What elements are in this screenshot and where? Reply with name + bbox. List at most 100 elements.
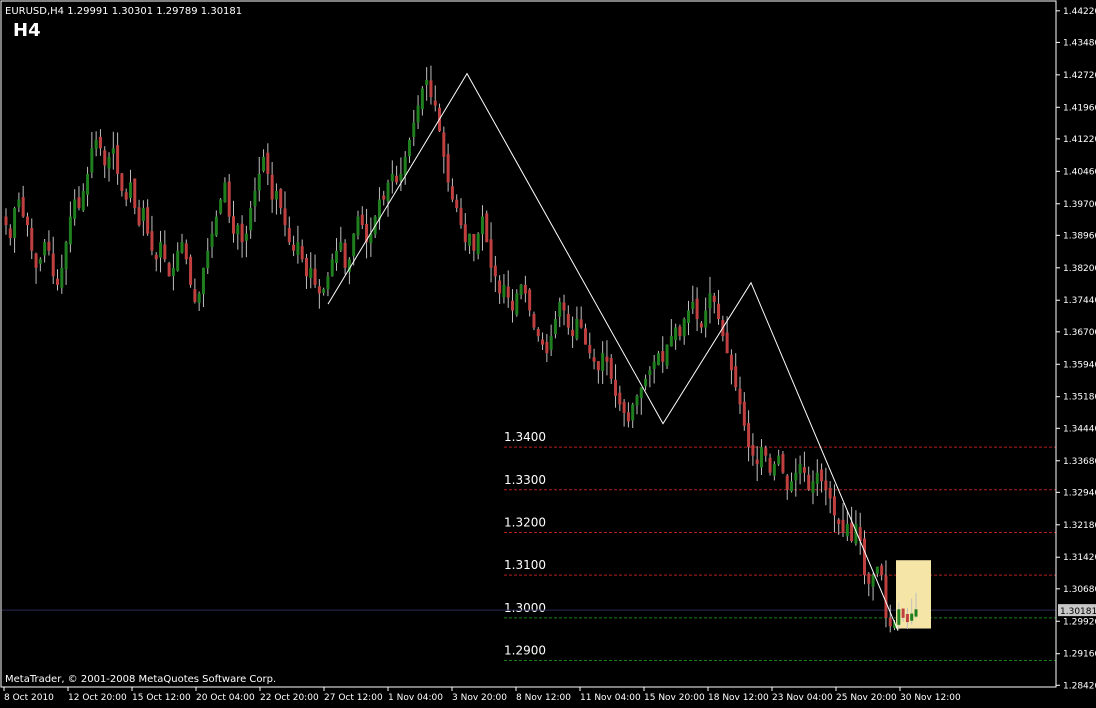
candle-body [266,152,270,174]
candle-body [596,361,600,371]
candle-body [579,319,583,328]
candle-body [901,608,905,618]
candle-body [64,242,68,270]
x-tick-label: 25 Nov 20:00 [836,693,897,703]
candle-body [729,354,733,371]
candle-body [176,250,180,271]
candle-body [528,289,532,311]
candle-body [339,242,343,251]
candle-body [755,459,759,465]
candle-body [905,614,909,623]
level-label: 1.2900 [504,644,546,658]
candle-body [532,314,536,328]
price-chart[interactable]: 1.3400 1.3300 1.3200 1.3100 1.3000 1.2900 1.4… [0,0,1096,704]
candle-body [639,387,643,399]
candle-body [764,448,768,456]
candle-body [86,173,90,195]
x-tick-label: 23 Nov 04:00 [772,693,833,703]
candle-body [223,182,227,203]
candle [219,198,223,215]
candle-body [704,310,708,328]
candle-body [425,79,429,85]
candle-body [81,190,85,211]
candle-body [34,253,38,268]
candle-body [25,216,29,226]
candle-body [768,457,772,473]
candle-body [781,454,785,473]
candle-body [502,284,506,298]
candle-body [446,154,450,183]
candle-body [472,234,476,251]
candle-body [416,105,420,123]
y-tick-label: 1.41960 [1063,103,1096,113]
candle-body [8,228,12,238]
y-tick-label: 1.40460 [1063,167,1096,177]
candle-body [549,336,553,350]
candle-body [506,286,510,298]
candle-body [511,300,515,311]
candle-body [201,267,205,295]
candle-body [116,145,120,174]
candle-body [523,284,527,294]
candle-body [390,173,394,182]
candle-body [601,353,605,371]
candle-body [180,242,184,253]
candle-body [159,242,163,258]
candle-body [197,293,201,303]
y-tick-label: 1.38960 [1063,231,1096,241]
candle-body [489,239,493,268]
x-tick-label: 22 Oct 20:00 [260,693,319,703]
y-tick-label: 1.35940 [1063,360,1096,370]
candle-body [541,339,545,345]
y-tick-label: 1.28420 [1063,681,1096,691]
candle-body [914,609,918,617]
candle-body [56,278,60,285]
candle-body [412,122,416,137]
candle [189,254,193,288]
level-label: 1.3100 [504,558,546,572]
candle-body [43,242,47,256]
candle-body [562,302,566,311]
candle-body [862,538,866,576]
candle-body [888,617,892,627]
candle-body [665,344,669,366]
candle-body [420,88,424,110]
candle-body [206,250,210,269]
x-tick-label: 1 Nov 04:00 [388,693,443,703]
candle-body [352,233,356,257]
candle-body [360,214,364,226]
candle-body [262,156,266,172]
x-tick-label: 12 Oct 20:00 [68,693,127,703]
candle-body [545,341,549,354]
y-tick-label: 1.32180 [1063,521,1096,531]
candle-body [759,447,763,468]
candle-body [167,263,171,277]
candle-body [287,228,291,243]
x-tick-label: 8 Oct 2010 [4,693,54,703]
candle-body [94,139,98,149]
candle-body [742,401,746,426]
candle-body [626,412,630,422]
candle-body [678,326,682,337]
y-tick-label: 1.43480 [1063,38,1096,48]
candle-body [592,357,596,362]
candle-body [4,216,8,226]
candle-body [824,480,828,490]
chart-window[interactable]: 1.3400 1.3300 1.3200 1.3100 1.3000 1.2900 1.4… [0,0,1096,704]
candle-body [772,464,776,476]
candle-body [296,242,300,255]
candle-body [558,301,562,317]
candle-body [279,189,283,209]
candle-body [867,573,871,584]
candle-body [644,378,648,387]
y-tick-label: 1.30680 [1063,585,1096,595]
candle-body [154,254,158,260]
candle-body [442,132,446,157]
candle-body [751,444,755,456]
level-label: 1.3000 [504,601,546,615]
candle-body [463,224,467,243]
candle-body [614,379,618,396]
candle-body [777,455,781,465]
x-tick-label: 15 Nov 20:00 [644,693,705,703]
candle-body [399,173,403,181]
